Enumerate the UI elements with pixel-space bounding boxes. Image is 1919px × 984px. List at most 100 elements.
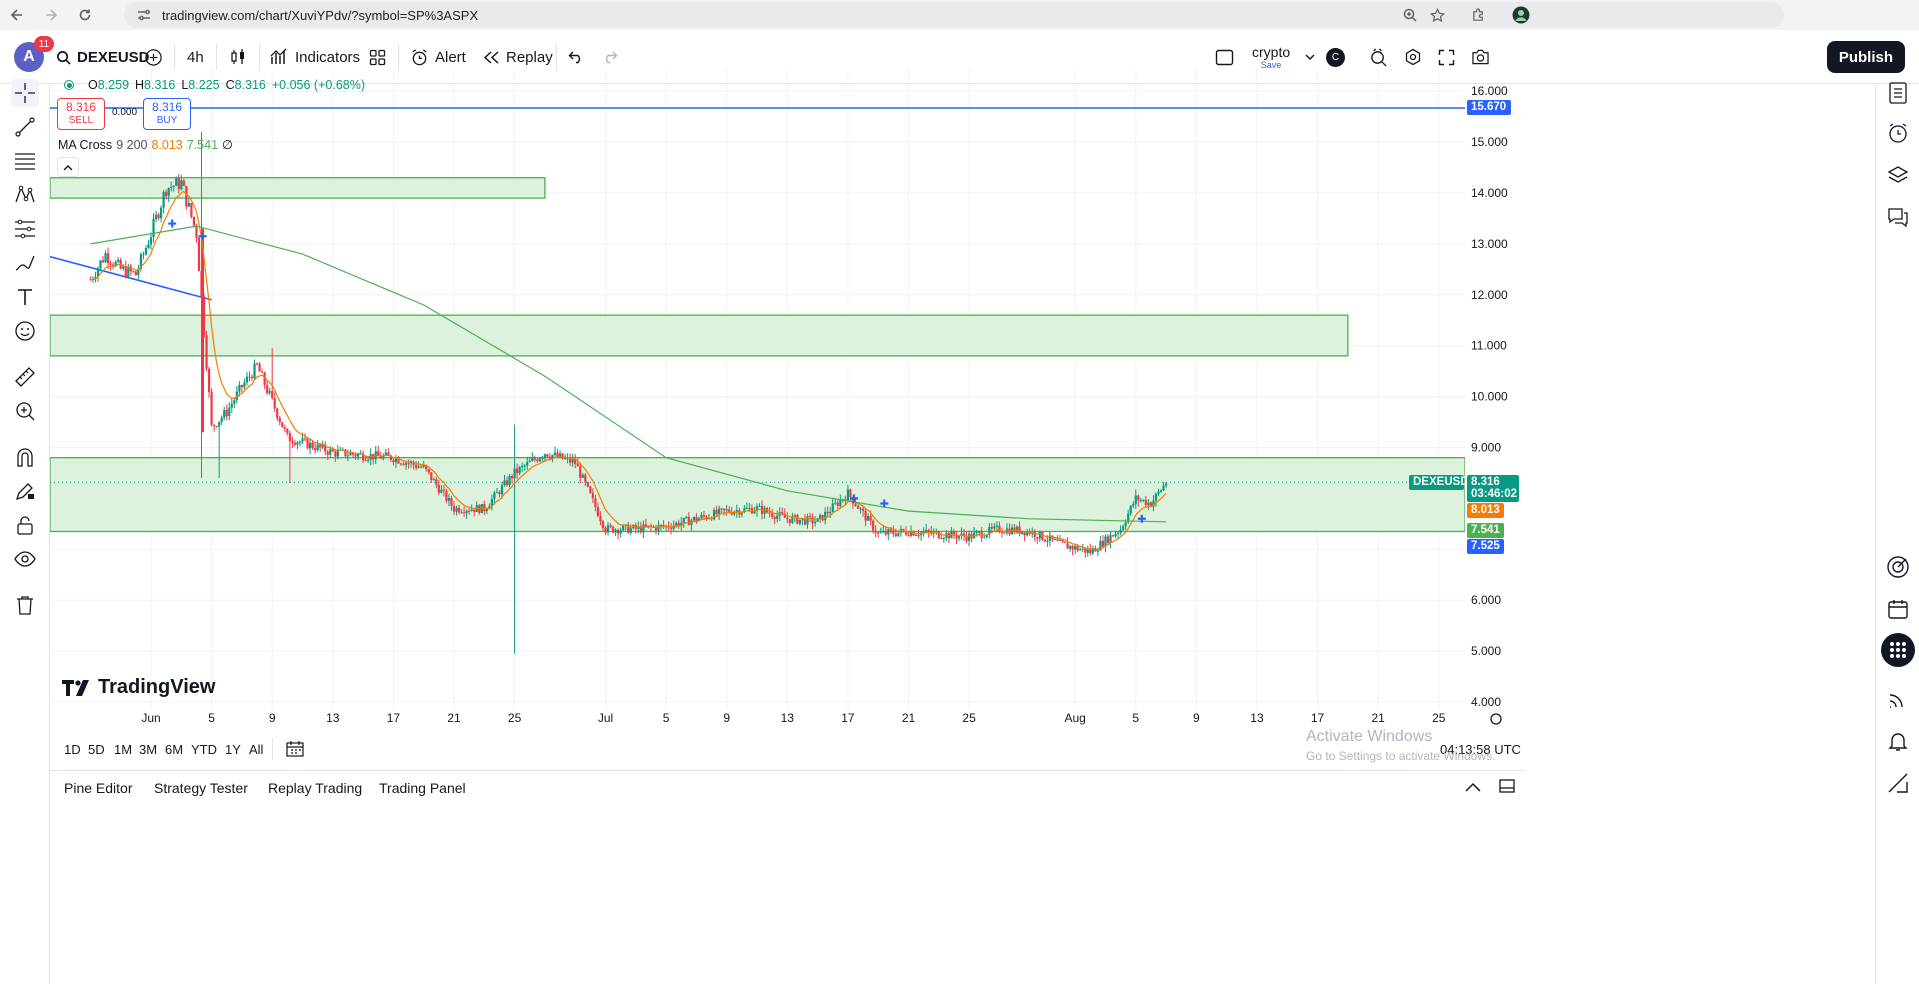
buy-button[interactable]: 8.316 BUY bbox=[143, 98, 191, 130]
range-3m[interactable]: 3M bbox=[139, 742, 157, 757]
candle-body bbox=[839, 499, 842, 506]
help-button[interactable] bbox=[1884, 769, 1912, 797]
trend-line-tool[interactable] bbox=[11, 113, 39, 141]
candle-body bbox=[228, 407, 231, 417]
extensions-icon[interactable] bbox=[1467, 4, 1489, 26]
alerts-panel-button[interactable] bbox=[1884, 119, 1912, 147]
candle-body bbox=[990, 527, 993, 529]
candle-body bbox=[786, 517, 789, 520]
candle-body bbox=[220, 417, 223, 422]
lock-drawings-tool[interactable] bbox=[11, 511, 39, 539]
range-ytd[interactable]: YTD bbox=[191, 742, 217, 757]
pattern-tool[interactable] bbox=[11, 181, 39, 209]
price-chart[interactable]: Jun 5 9 13 17 21 25 Jul 5 9 13 17 21 25 Aug 5 9 13 17 21 25 bbox=[50, 70, 1465, 730]
alarm-clock-icon bbox=[412, 48, 427, 65]
candle-body bbox=[682, 517, 685, 523]
chevron-up-icon bbox=[63, 164, 73, 170]
candle-body bbox=[849, 489, 852, 498]
zoom-in-tool[interactable] bbox=[11, 397, 39, 425]
object-tree-button[interactable] bbox=[1884, 161, 1912, 189]
candle-body bbox=[1144, 499, 1147, 505]
tab-pine-editor[interactable]: Pine Editor bbox=[64, 780, 132, 796]
candle-body bbox=[925, 529, 928, 532]
products-button[interactable] bbox=[1881, 633, 1915, 667]
candle-body bbox=[884, 531, 887, 535]
forecasting-tool[interactable] bbox=[11, 215, 39, 243]
text-tool[interactable] bbox=[11, 283, 39, 311]
brush-tool[interactable] bbox=[11, 249, 39, 277]
candles-icon bbox=[231, 49, 244, 64]
candle-body bbox=[1132, 504, 1135, 506]
price-axis-tick: 16.000 bbox=[1471, 84, 1508, 98]
reload-icon[interactable] bbox=[74, 4, 96, 26]
goto-date-button[interactable] bbox=[286, 740, 304, 760]
hide-drawings-tool[interactable] bbox=[11, 545, 39, 573]
candle-body bbox=[564, 458, 567, 460]
watchlist-button[interactable] bbox=[1884, 79, 1912, 107]
candle-body bbox=[571, 459, 574, 463]
brush-icon bbox=[15, 255, 35, 271]
candle-body bbox=[715, 510, 718, 514]
drawing-mode-tool[interactable] bbox=[11, 477, 39, 505]
broadcast-icon bbox=[1889, 694, 1903, 708]
tradingview-logo[interactable]: TradingView bbox=[62, 676, 215, 699]
bookmark-star-icon[interactable] bbox=[1426, 4, 1448, 26]
candle-body bbox=[1021, 531, 1024, 534]
publish-button[interactable]: Publish bbox=[1826, 41, 1905, 73]
candle-body bbox=[245, 376, 249, 383]
candle-body bbox=[819, 514, 822, 519]
candle-body bbox=[132, 271, 135, 273]
eye-icon bbox=[14, 551, 36, 567]
maximize-panel-button[interactable] bbox=[1499, 779, 1515, 796]
back-icon[interactable] bbox=[6, 4, 28, 26]
profile-icon[interactable] bbox=[1510, 4, 1532, 26]
notifications-button[interactable] bbox=[1884, 727, 1912, 755]
magnet-tool[interactable] bbox=[11, 443, 39, 471]
tab-replay-trading[interactable]: Replay Trading bbox=[268, 780, 362, 796]
range-1m[interactable]: 1M bbox=[114, 742, 132, 757]
candle-body bbox=[207, 368, 211, 393]
price-axis-tick: 12.000 bbox=[1471, 288, 1508, 302]
chats-button[interactable] bbox=[1884, 203, 1912, 231]
interval-label: 4h bbox=[187, 48, 204, 66]
candle-body bbox=[808, 516, 812, 518]
range-1y[interactable]: 1Y bbox=[225, 742, 241, 757]
candle-body bbox=[311, 442, 314, 449]
chart-pane[interactable]: Jun 5 9 13 17 21 25 Jul 5 9 13 17 21 25 Aug 5 9 13 17 21 25 bbox=[50, 70, 1465, 730]
range-all[interactable]: All bbox=[249, 742, 263, 757]
tab-strategy-tester[interactable]: Strategy Tester bbox=[154, 780, 248, 796]
price-axis[interactable]: 16.000 15.000 14.000 13.000 12.000 11.000 10.0… bbox=[1465, 70, 1525, 730]
measure-tool[interactable] bbox=[11, 363, 39, 391]
calendar-button[interactable] bbox=[1884, 595, 1912, 623]
candle-body bbox=[253, 363, 256, 379]
candle-body bbox=[99, 260, 102, 269]
range-5d[interactable]: 5D bbox=[88, 742, 105, 757]
collapse-panel-button[interactable] bbox=[1465, 779, 1481, 795]
indicator-legend[interactable]: MA Cross 9 200 8.013 7.541 ∅ bbox=[58, 137, 233, 153]
time-axis-label: Aug bbox=[1064, 711, 1085, 725]
sell-button[interactable]: 8.316 SELL bbox=[57, 98, 105, 130]
address-bar[interactable]: tradingview.com/chart/XuviYPdv/?symbol=S… bbox=[124, 2, 1784, 28]
range-6m[interactable]: 6M bbox=[165, 742, 183, 757]
candle-body bbox=[1071, 546, 1074, 550]
forward-icon[interactable] bbox=[40, 4, 62, 26]
crosshair-tool[interactable] bbox=[11, 79, 39, 107]
icon-tool[interactable] bbox=[11, 317, 39, 345]
ideas-button[interactable] bbox=[1884, 553, 1912, 581]
indicator-name: MA Cross bbox=[58, 137, 113, 152]
remove-drawings-tool[interactable] bbox=[11, 591, 39, 619]
tab-trading-panel[interactable]: Trading Panel bbox=[379, 780, 466, 796]
zoom-icon[interactable] bbox=[1399, 4, 1421, 26]
spread-value: 0.000 bbox=[112, 107, 138, 118]
range-1d[interactable]: 1D bbox=[64, 742, 81, 757]
candle-body bbox=[273, 397, 276, 409]
fib-tool[interactable] bbox=[11, 147, 39, 175]
time-axis-label: 9 bbox=[1193, 711, 1200, 725]
site-settings-icon[interactable] bbox=[136, 7, 152, 23]
collapse-legend-button[interactable] bbox=[57, 157, 79, 177]
candle-body bbox=[609, 525, 612, 527]
candle-body bbox=[316, 444, 319, 451]
streams-button[interactable] bbox=[1884, 685, 1912, 713]
candle-body bbox=[768, 512, 771, 514]
candle-body bbox=[1101, 540, 1105, 547]
